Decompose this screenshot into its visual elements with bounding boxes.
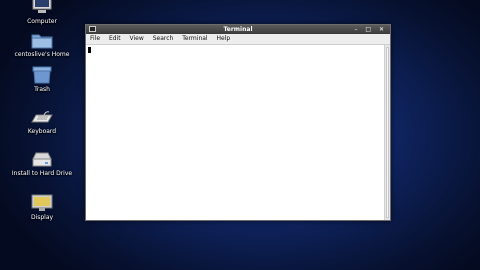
vertical-scrollbar[interactable] [384, 45, 390, 220]
desktop-icon-label: centoslive's Home [14, 51, 70, 58]
desktop-icon-home[interactable]: centoslive's Home [2, 32, 82, 59]
menu-edit[interactable]: Edit [109, 35, 121, 42]
menu-search[interactable]: Search [153, 35, 174, 42]
desktop-icon-label: Keyboard [27, 128, 57, 135]
menu-file[interactable]: File [90, 35, 100, 42]
menu-view[interactable]: View [130, 35, 144, 42]
window-titlebar[interactable]: Terminal – □ ✕ [86, 25, 390, 34]
menu-bar: File Edit View Search Terminal Help [86, 34, 390, 45]
terminal-window: Terminal – □ ✕ File Edit View Search Ter… [85, 24, 391, 221]
menu-terminal[interactable]: Terminal [182, 35, 207, 42]
desktop-icon-label: Display [30, 214, 54, 221]
trash-icon [32, 66, 52, 84]
computer-icon [32, 0, 52, 13]
desktop-icon-label: Trash [34, 86, 50, 93]
desktop-icon-display[interactable]: Display [2, 194, 82, 222]
scrollbar-thumb[interactable] [386, 47, 389, 218]
home-folder-icon [31, 34, 53, 49]
menu-help[interactable]: Help [217, 35, 231, 42]
display-icon [31, 194, 53, 211]
desktop-icon-trash[interactable]: Trash [2, 66, 82, 94]
window-controls[interactable]: – □ ✕ [354, 25, 387, 34]
desktop-icon-keyboard[interactable]: Keyboard [2, 110, 82, 136]
terminal-app-icon [89, 26, 96, 32]
text-cursor [88, 47, 91, 53]
desktop-icon-computer[interactable]: Computer [2, 0, 82, 26]
install-drive-icon [32, 152, 52, 167]
desktop-icon-label: Computer [27, 18, 57, 25]
desktop-icon-label: Install to Hard Drive [11, 170, 73, 177]
window-title: Terminal [223, 26, 253, 33]
keyboard-icon [31, 111, 53, 123]
desktop-icon-install[interactable]: Install to Hard Drive [2, 150, 82, 178]
terminal-area[interactable] [86, 45, 384, 220]
